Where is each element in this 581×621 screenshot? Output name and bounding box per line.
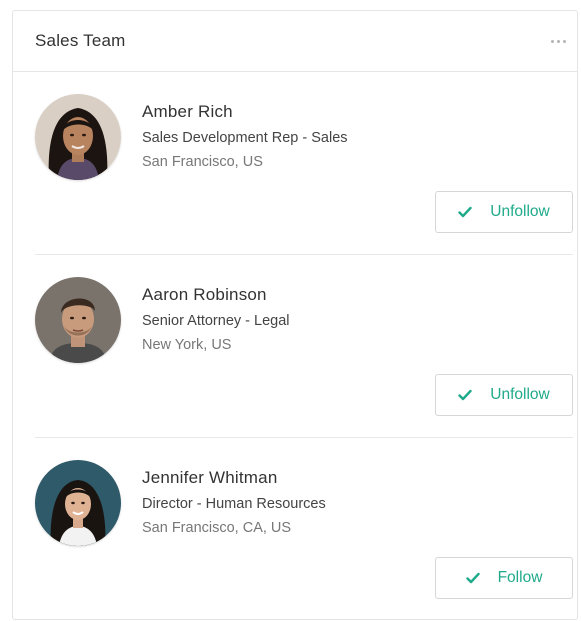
panel-header: Sales Team	[13, 11, 577, 72]
follow-button-label: Unfollow	[490, 386, 550, 403]
avatar[interactable]	[35, 94, 121, 180]
person-name[interactable]: Aaron Robinson	[142, 285, 267, 305]
person-location: San Francisco, CA, US	[142, 520, 292, 536]
person-role: Director - Human Resources	[142, 496, 326, 512]
follow-button[interactable]: Follow	[435, 557, 573, 599]
panel-title: Sales Team	[35, 31, 126, 50]
sales-team-panel: Sales Team Amber Rich Sales Development …	[12, 10, 578, 620]
person-role: Sales Development Rep - Sales	[142, 130, 348, 146]
follow-button-label: Follow	[497, 569, 543, 586]
check-icon	[458, 206, 472, 218]
person-card-amber-rich: Amber Rich Sales Development Rep - Sales…	[35, 72, 573, 255]
check-icon	[458, 389, 472, 401]
person-location: San Francisco, US	[142, 154, 263, 170]
more-dot	[556, 39, 560, 43]
person-card-jennifer-whitman: Jennifer Whitman Director - Human Resour…	[35, 438, 573, 621]
unfollow-button[interactable]: Unfollow	[435, 191, 573, 233]
more-horizontal-icon	[550, 39, 554, 43]
person-card-aaron-robinson: Aaron Robinson Senior Attorney - Legal N…	[35, 255, 573, 438]
person-role: Senior Attorney - Legal	[142, 313, 290, 329]
person-name[interactable]: Amber Rich	[142, 102, 233, 122]
avatar[interactable]	[35, 277, 121, 363]
avatar[interactable]	[35, 460, 121, 546]
more-options-button[interactable]	[543, 29, 573, 53]
follow-button-label: Unfollow	[490, 203, 550, 220]
unfollow-button[interactable]: Unfollow	[435, 374, 573, 416]
person-location: New York, US	[142, 337, 232, 353]
person-name[interactable]: Jennifer Whitman	[142, 468, 277, 488]
more-dot	[562, 39, 566, 43]
check-icon	[465, 572, 480, 584]
